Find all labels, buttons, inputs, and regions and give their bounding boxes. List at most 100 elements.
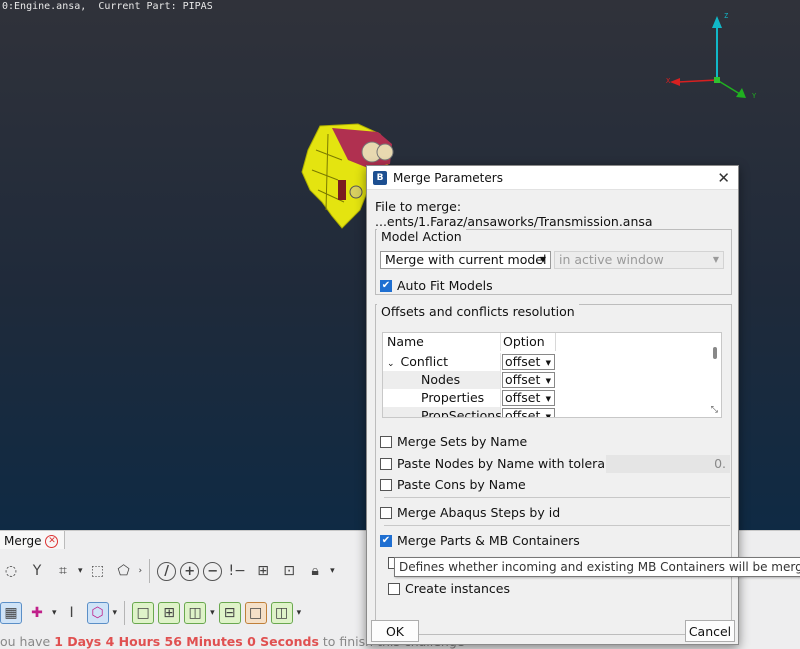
divider bbox=[384, 525, 730, 526]
file-path: ...ents/1.Faraz/ansaworks/Transmission.a… bbox=[375, 214, 653, 229]
merge-sets-checkbox[interactable]: Merge Sets by Name bbox=[380, 434, 527, 449]
checkbox-checked-icon: ✔ bbox=[380, 534, 392, 547]
divider bbox=[384, 497, 730, 498]
tree-row-name: ⌄Conflict resolution bbox=[383, 353, 501, 389]
dropdown-arrow-icon[interactable]: ▾ bbox=[78, 566, 83, 576]
challenge-prefix: ou have bbox=[0, 634, 55, 649]
face-icon[interactable]: □ bbox=[244, 602, 267, 624]
model-action-group: Model Action Merge with current model ▼ … bbox=[375, 229, 732, 295]
crop-icon[interactable]: ⌗ bbox=[52, 560, 74, 582]
option-value: offset bbox=[505, 372, 541, 387]
x-axis-label: X bbox=[666, 77, 671, 85]
close-tab-icon[interactable]: ✕ bbox=[45, 534, 59, 548]
checkbox-icon bbox=[388, 582, 400, 595]
add-points-icon[interactable]: ✚ bbox=[26, 602, 48, 624]
tree-row[interactable]: Properties offset ▼ bbox=[383, 389, 711, 407]
create-instances-checkbox[interactable]: Create instances bbox=[388, 581, 510, 596]
option-column-header: Option bbox=[501, 333, 556, 351]
shell-icon[interactable]: □ bbox=[132, 602, 155, 624]
merge-mode-select[interactable]: Merge with current model ▼ bbox=[380, 251, 551, 269]
invert-icon[interactable]: !− bbox=[226, 560, 248, 582]
option-value: offset bbox=[505, 354, 541, 369]
merge-abaqus-label: Merge Abaqus Steps by id bbox=[397, 505, 561, 520]
hexagon-dropdown-icon[interactable]: ▾ bbox=[113, 608, 118, 618]
merge-parts-tooltip: Defines whether incoming and existing MB… bbox=[394, 557, 800, 577]
more-icon[interactable]: › bbox=[139, 566, 143, 576]
chevron-down-icon: ▼ bbox=[545, 413, 551, 418]
resize-icon[interactable]: ⤡ bbox=[711, 405, 718, 415]
conflict-tree: Name Option ⌄Conflict resolution offset ▼… bbox=[382, 332, 722, 418]
paste-nodes-row: Paste Nodes by Name with tolerance 0. bbox=[376, 453, 733, 475]
option-value: offset bbox=[505, 408, 541, 418]
dialog-title: Merge Parameters bbox=[393, 170, 503, 185]
window-select-value: in active window bbox=[559, 252, 664, 267]
tolerance-field[interactable]: 0. bbox=[606, 455, 730, 473]
merge-mode-value: Merge with current model bbox=[385, 252, 547, 267]
tree-row[interactable]: ⌄Conflict resolution offset ▼ bbox=[383, 353, 711, 389]
hexagon-icon[interactable]: ⬡ bbox=[86, 602, 109, 624]
model-info-line: 0:Engine.ansa, Current Part: PIPAS bbox=[2, 1, 213, 12]
offsets-title: Offsets and conflicts resolution bbox=[377, 304, 579, 319]
paste-cons-checkbox[interactable]: Paste Cons by Name bbox=[380, 477, 526, 492]
option-select[interactable]: offset ▼ bbox=[502, 354, 555, 370]
add-icon[interactable]: + bbox=[180, 561, 200, 581]
tree-row-name: Properties bbox=[383, 389, 501, 407]
auto-fit-label: Auto Fit Models bbox=[397, 278, 493, 293]
option-select[interactable]: offset ▼ bbox=[502, 372, 555, 388]
lock-dropdown-icon[interactable]: ▾ bbox=[330, 566, 335, 576]
merge-parts-checkbox[interactable]: ✔ Merge Parts & MB Containers bbox=[380, 533, 580, 548]
circle-select-icon[interactable]: ◌ bbox=[0, 560, 22, 582]
mesh-grid-icon[interactable]: ▦ bbox=[0, 602, 22, 624]
points-dropdown-icon[interactable]: ▾ bbox=[52, 608, 57, 618]
auto-fit-checkbox[interactable]: ✔ Auto Fit Models bbox=[380, 278, 493, 293]
model-action-title: Model Action bbox=[377, 229, 466, 244]
grid-dots-icon[interactable]: ⊡ bbox=[278, 560, 300, 582]
create-instances-label: Create instances bbox=[405, 581, 510, 596]
toggle-icon[interactable]: / bbox=[157, 561, 177, 581]
name-column-header: Name bbox=[383, 333, 501, 351]
box-select-icon[interactable]: ⬚ bbox=[87, 560, 109, 582]
dialog-titlebar[interactable]: B Merge Parameters ✕ bbox=[367, 166, 738, 190]
option-select[interactable]: offset ▼ bbox=[502, 408, 555, 418]
option-select[interactable]: offset ▼ bbox=[502, 390, 555, 406]
checkbox-icon bbox=[380, 457, 392, 470]
axis-triad: Z X Y bbox=[666, 12, 757, 100]
window-select: in active window ▼ bbox=[554, 251, 724, 269]
checkbox-icon bbox=[380, 435, 392, 448]
challenge-time: 1 Days 4 Hours 56 Minutes 0 Seconds bbox=[54, 634, 319, 649]
ok-button[interactable]: OK bbox=[371, 620, 419, 642]
face-split-icon[interactable]: ◫ bbox=[270, 602, 293, 624]
tree-header: Name Option bbox=[383, 333, 711, 351]
toolbar-divider bbox=[149, 559, 151, 583]
beam-icon[interactable]: Ⅰ bbox=[61, 602, 83, 624]
file-to-merge: File to merge: ...ents/1.Faraz/ansaworks… bbox=[375, 199, 738, 229]
shell-split-icon[interactable]: ⊞ bbox=[158, 602, 181, 624]
remove-icon[interactable]: − bbox=[203, 561, 223, 581]
tree-row-name: Nodes bbox=[383, 371, 501, 389]
cancel-button[interactable]: Cancel bbox=[685, 620, 735, 642]
merge-tab[interactable]: Merge ✕ bbox=[0, 531, 66, 549]
shell-tree-icon[interactable]: ⊟ bbox=[218, 602, 241, 624]
expand-icon[interactable]: ⌄ bbox=[387, 359, 395, 369]
checkbox-checked-icon: ✔ bbox=[380, 279, 392, 292]
y-axis-label: Y bbox=[752, 92, 757, 100]
merge-tab-label: Merge bbox=[4, 534, 42, 548]
y-select-icon[interactable]: Y bbox=[26, 560, 48, 582]
close-icon[interactable]: ✕ bbox=[717, 169, 730, 187]
paste-nodes-label: Paste Nodes by Name with tolerance bbox=[397, 456, 628, 471]
lock-icon[interactable]: 🔒︎ bbox=[304, 560, 326, 582]
face-dropdown-icon[interactable]: ▾ bbox=[297, 608, 302, 618]
tree-row[interactable]: Nodes offset ▼ bbox=[383, 371, 711, 389]
lasso-select-icon[interactable]: ⬠ bbox=[113, 560, 135, 582]
tree-scrollbar[interactable] bbox=[713, 347, 717, 359]
paste-nodes-checkbox[interactable]: Paste Nodes by Name with tolerance bbox=[380, 456, 627, 471]
shell-bar-icon[interactable]: ◫ bbox=[184, 602, 207, 624]
chevron-down-icon: ▼ bbox=[545, 377, 551, 385]
shell-dropdown-icon[interactable]: ▾ bbox=[210, 608, 215, 618]
tree-row[interactable]: PropSections offset ▼ bbox=[383, 407, 711, 418]
chevron-down-icon: ▼ bbox=[712, 255, 719, 264]
merge-abaqus-checkbox[interactable]: Merge Abaqus Steps by id bbox=[380, 505, 560, 520]
offsets-group: Offsets and conflicts resolution Name Op… bbox=[375, 304, 732, 635]
grid-icon[interactable]: ⊞ bbox=[252, 560, 274, 582]
chevron-down-icon: ▼ bbox=[545, 359, 551, 367]
